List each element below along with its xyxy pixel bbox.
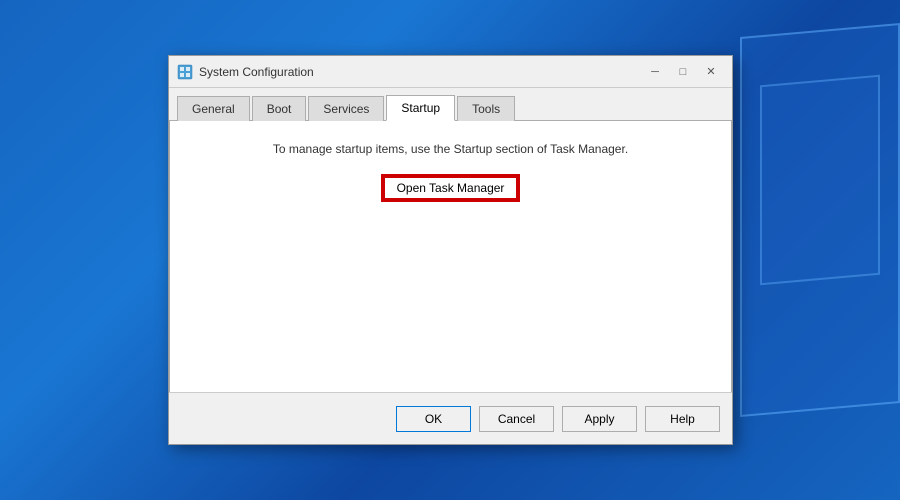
close-button[interactable]: ✕ bbox=[698, 61, 724, 83]
tab-boot[interactable]: Boot bbox=[252, 96, 307, 121]
tab-bar: General Boot Services Startup Tools bbox=[169, 88, 732, 121]
maximize-button[interactable]: □ bbox=[670, 61, 696, 83]
dialog-icon bbox=[177, 64, 193, 80]
title-bar: System Configuration ─ □ ✕ bbox=[169, 56, 732, 88]
win-decoration-2 bbox=[760, 75, 880, 285]
system-configuration-dialog: System Configuration ─ □ ✕ General Boot … bbox=[168, 55, 733, 445]
minimize-button[interactable]: ─ bbox=[642, 61, 668, 83]
cancel-button[interactable]: Cancel bbox=[479, 406, 554, 432]
tab-content-startup: To manage startup items, use the Startup… bbox=[169, 121, 732, 392]
startup-info-text: To manage startup items, use the Startup… bbox=[186, 141, 715, 158]
tab-services[interactable]: Services bbox=[308, 96, 384, 121]
button-row: OK Cancel Apply Help bbox=[169, 392, 732, 444]
title-bar-controls: ─ □ ✕ bbox=[642, 61, 724, 83]
help-button[interactable]: Help bbox=[645, 406, 720, 432]
apply-button[interactable]: Apply bbox=[562, 406, 637, 432]
tab-tools[interactable]: Tools bbox=[457, 96, 515, 121]
tab-startup[interactable]: Startup bbox=[386, 95, 455, 121]
tab-general[interactable]: General bbox=[177, 96, 250, 121]
open-task-manager-button[interactable]: Open Task Manager bbox=[381, 174, 521, 202]
dialog-title: System Configuration bbox=[199, 65, 642, 79]
ok-button[interactable]: OK bbox=[396, 406, 471, 432]
